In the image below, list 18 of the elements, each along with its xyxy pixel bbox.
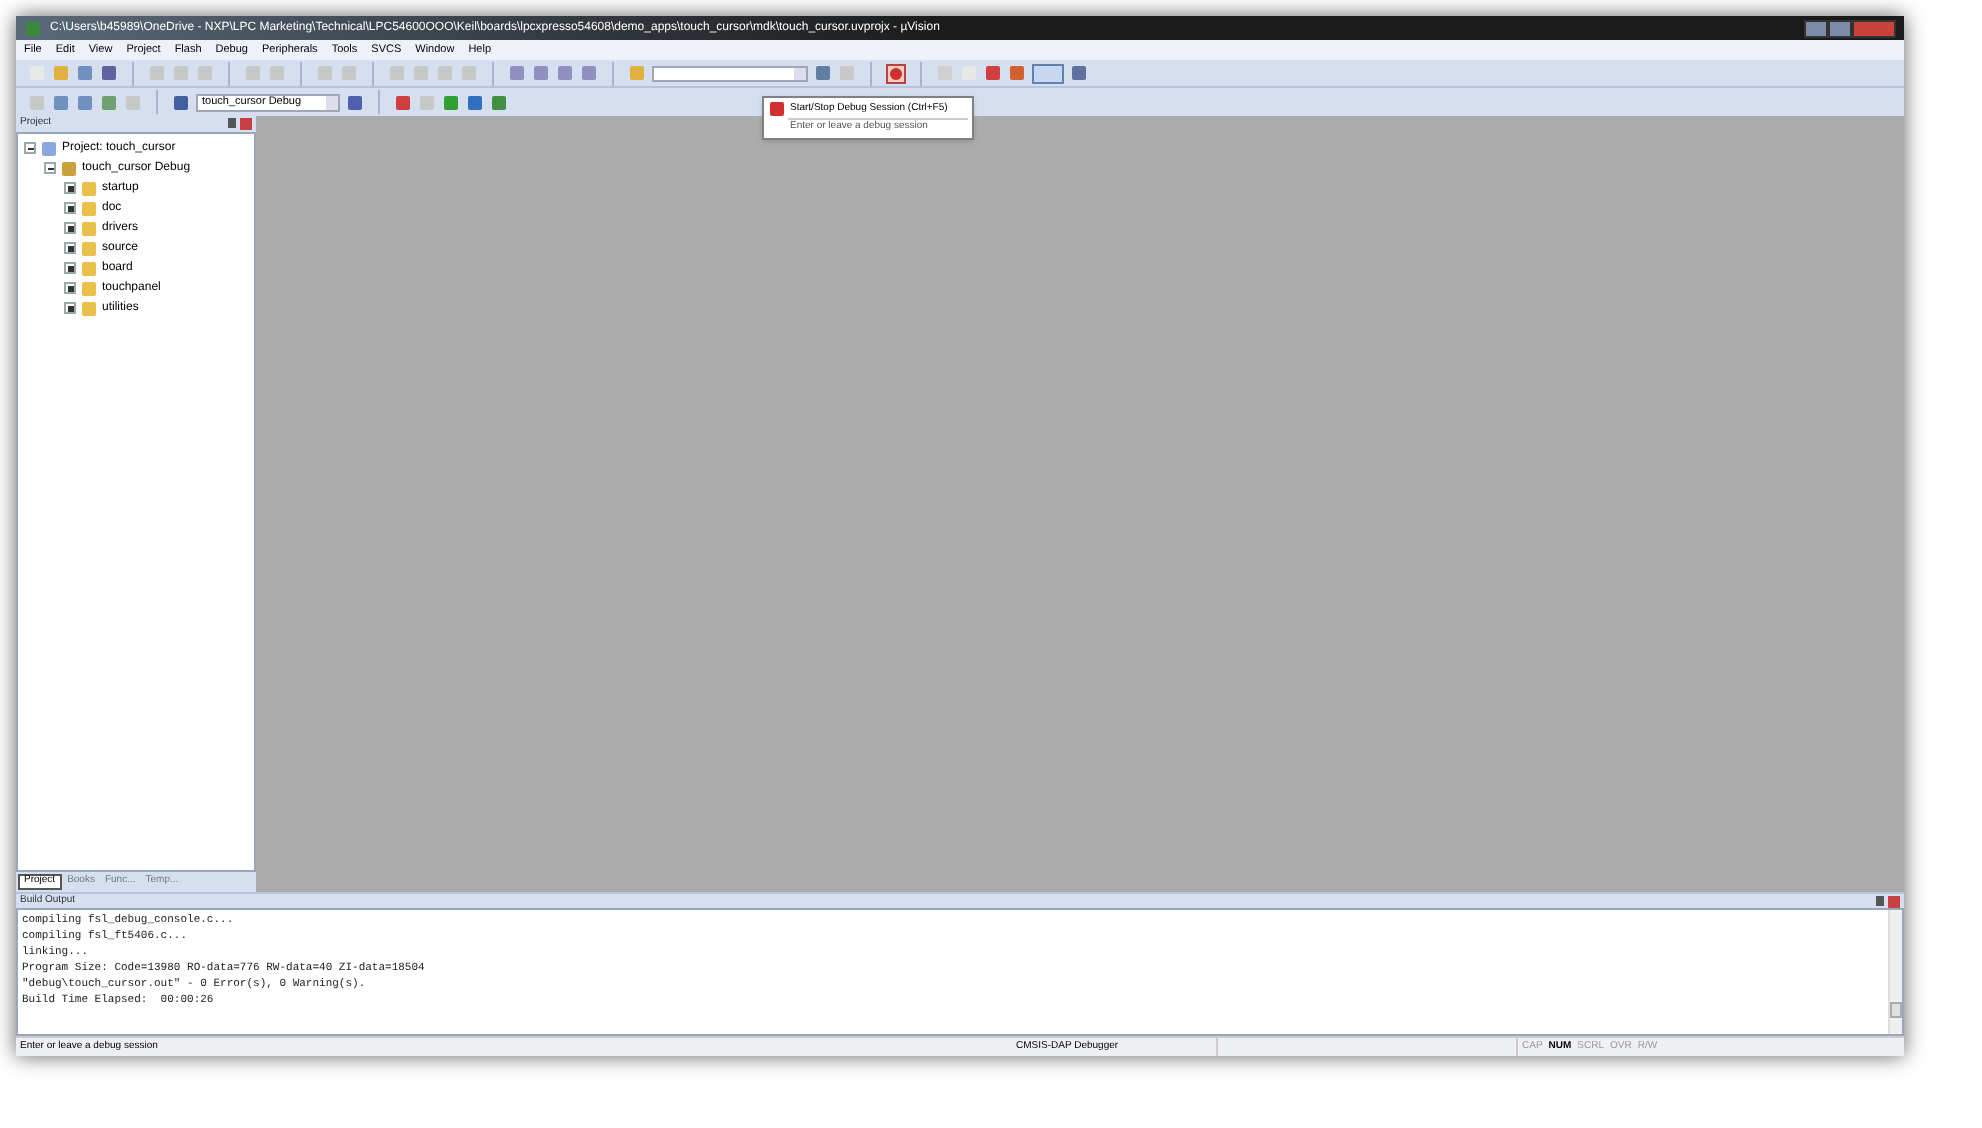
- expand-toggle[interactable]: [64, 222, 76, 234]
- scrollbar[interactable]: [1888, 910, 1902, 1034]
- minimize-button[interactable]: [1804, 19, 1828, 37]
- debug-session-button[interactable]: [886, 63, 906, 83]
- find-combo[interactable]: [652, 65, 808, 81]
- expand-toggle[interactable]: [64, 282, 76, 294]
- expand-toggle[interactable]: [64, 202, 76, 214]
- close-button[interactable]: [1852, 19, 1896, 37]
- expand-toggle[interactable]: [64, 242, 76, 254]
- expand-toggle[interactable]: [64, 182, 76, 194]
- expand-toggle[interactable]: [64, 302, 76, 314]
- close-panel-button[interactable]: [1888, 895, 1900, 907]
- app-icon: [24, 19, 42, 37]
- collapse-toggle[interactable]: [24, 142, 36, 154]
- window-layout-dropdown[interactable]: [1032, 63, 1064, 83]
- maximize-button[interactable]: [1828, 19, 1852, 37]
- expand-toggle[interactable]: [64, 262, 76, 274]
- collapse-toggle[interactable]: [44, 162, 56, 174]
